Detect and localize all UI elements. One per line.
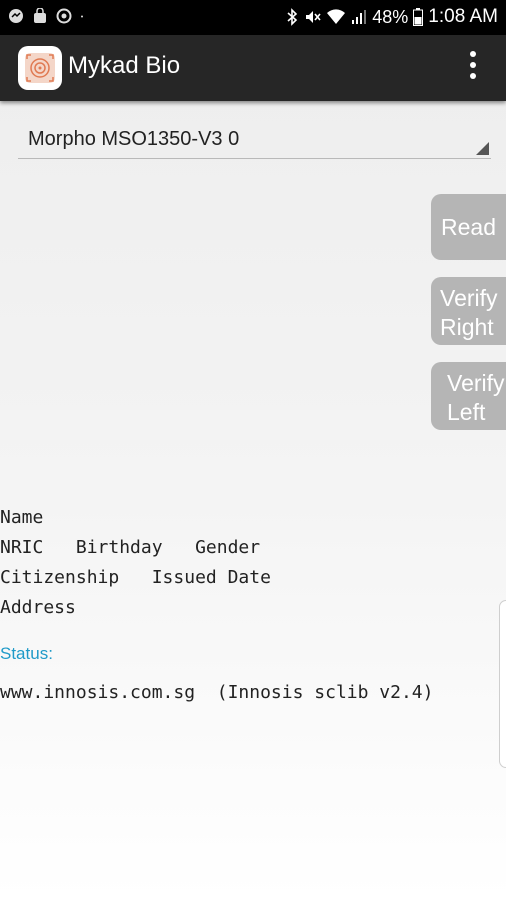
- notification-icons: [8, 8, 88, 24]
- messenger-icon: [9, 9, 23, 23]
- citizenship-issued-date-line: Citizenship Issued Date: [0, 567, 271, 588]
- address-field: Address: [0, 597, 76, 618]
- verify-left-label-line2: Left: [447, 399, 486, 425]
- verify-right-label-line1: Verify: [440, 285, 498, 311]
- verify-right-button[interactable]: Verify Right: [431, 277, 506, 345]
- battery-percent: 48%: [372, 6, 409, 27]
- name-field: Name: [0, 507, 44, 528]
- dot-icon: [81, 15, 83, 18]
- reader-select-dropdown[interactable]: Morpho MSO1350-V3 0: [18, 118, 491, 159]
- nric-birthday-gender-line: NRIC Birthday Gender: [0, 537, 261, 558]
- signal-icon: [352, 10, 367, 24]
- app-logo-icon: [18, 46, 62, 90]
- verify-right-label-line2: Right: [440, 314, 494, 340]
- bluetooth-icon: [287, 8, 298, 26]
- overflow-menu-icon[interactable]: [468, 51, 478, 85]
- dropdown-arrow-icon: [476, 142, 489, 155]
- status-bar: 48% 1:08 AM: [0, 0, 506, 35]
- verify-left-button[interactable]: Verify Left: [431, 362, 506, 430]
- wifi-icon: [327, 9, 346, 24]
- clock: 1:08 AM: [428, 6, 498, 27]
- sync-icon: [56, 8, 72, 24]
- app-title: Mykad Bio: [68, 52, 181, 79]
- status-label: Status:: [0, 644, 53, 663]
- reader-select-value: Morpho MSO1350-V3 0: [28, 128, 240, 150]
- verify-left-label-line1: Verify: [447, 370, 505, 396]
- footer-text: www.innosis.com.sg (Innosis sclib v2.4): [0, 682, 434, 703]
- battery-icon: [413, 8, 424, 26]
- edge-panel-handle[interactable]: [499, 600, 506, 768]
- shopping-bag-icon: [34, 8, 46, 23]
- system-icons: 48% 1:08 AM: [286, 6, 498, 28]
- read-button-label: Read: [441, 214, 496, 240]
- mute-icon: [306, 11, 321, 23]
- app-bar: Mykad Bio: [0, 35, 506, 101]
- read-button[interactable]: Read: [431, 194, 506, 260]
